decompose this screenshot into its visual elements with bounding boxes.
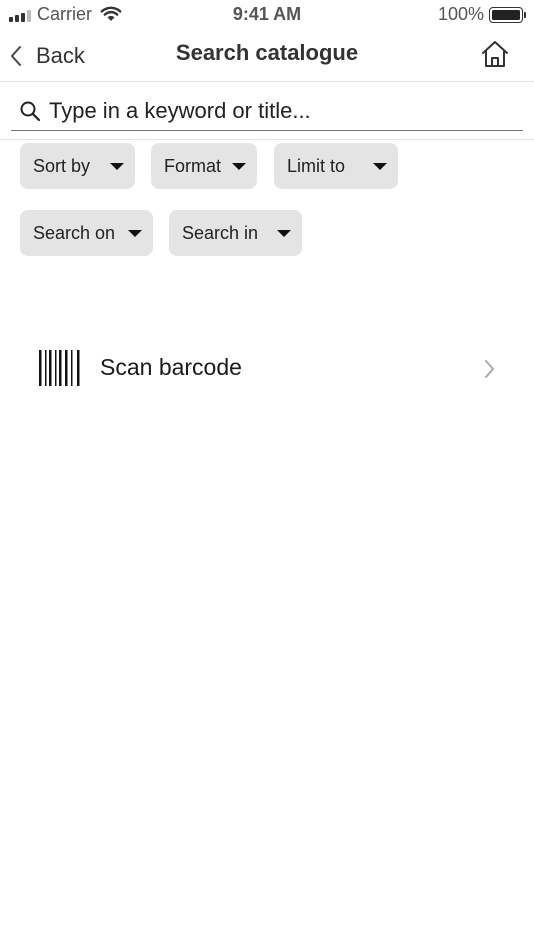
caret-down-icon (277, 230, 291, 237)
caret-down-icon (232, 163, 246, 170)
limit-to-dropdown[interactable]: Limit to (274, 143, 398, 189)
back-label: Back (36, 43, 85, 68)
caret-down-icon (128, 230, 142, 237)
caret-down-icon (110, 163, 124, 170)
navigation-bar: Back Search catalogue (0, 30, 534, 82)
limit-to-label: Limit to (287, 155, 346, 176)
home-icon[interactable] (480, 39, 510, 69)
battery-icon (489, 7, 526, 23)
chevron-right-icon (485, 360, 494, 378)
back-button[interactable]: Back (8, 38, 85, 74)
search-on-label: Search on (33, 222, 116, 243)
status-bar: Carrier 9:41 AM 100% (0, 0, 534, 30)
barcode-icon (39, 350, 80, 386)
chevron-left-icon (11, 46, 21, 66)
search-input[interactable] (49, 97, 519, 124)
search-on-dropdown[interactable]: Search on (20, 210, 153, 256)
format-dropdown[interactable]: Format (151, 143, 257, 189)
scan-barcode-label: Scan barcode (100, 354, 242, 380)
sort-by-label: Sort by (33, 155, 91, 176)
scan-barcode-row[interactable]: Scan barcode (0, 340, 534, 398)
sort-by-dropdown[interactable]: Sort by (20, 143, 135, 189)
search-in-dropdown[interactable]: Search in (169, 210, 302, 256)
search-icon (20, 101, 41, 121)
search-bar (0, 83, 534, 140)
search-in-label: Search in (182, 222, 259, 243)
search-field[interactable] (11, 91, 523, 131)
format-label: Format (164, 155, 222, 176)
battery-percentage: 100% (437, 4, 484, 24)
caret-down-icon (373, 163, 387, 170)
search-catalogue-screen: Carrier 9:41 AM 100% Back Search catalog… (0, 0, 534, 950)
